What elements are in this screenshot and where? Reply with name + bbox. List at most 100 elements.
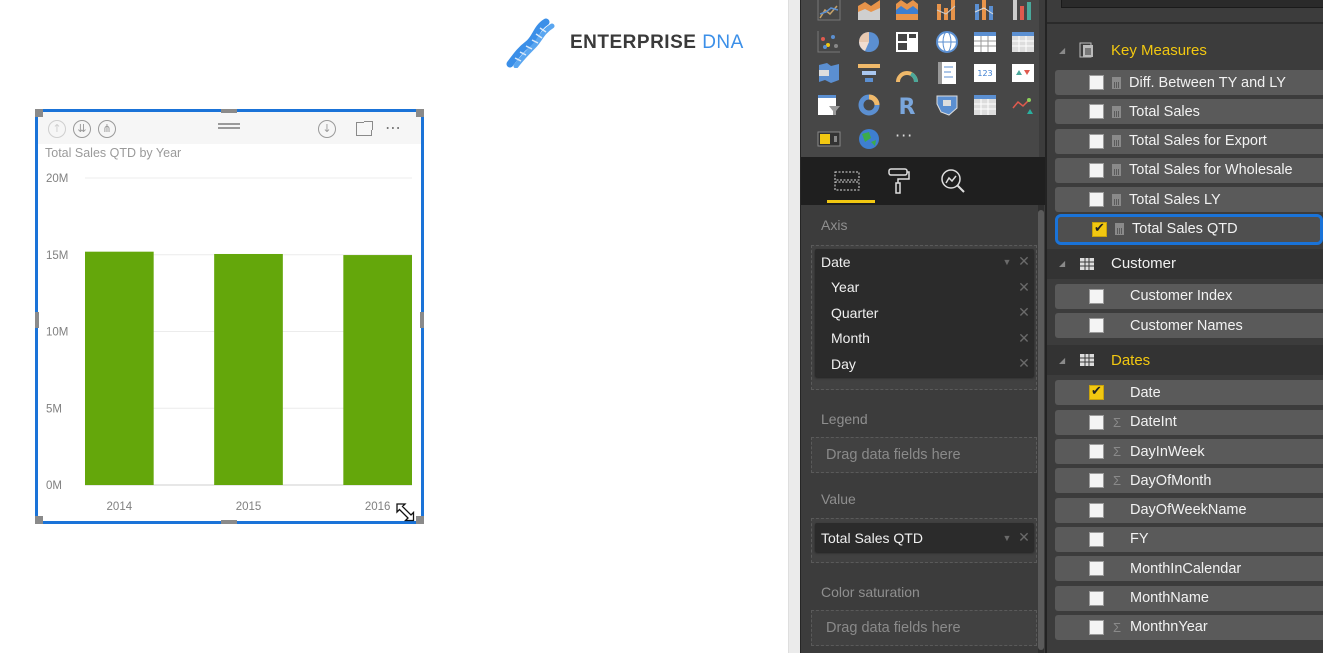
checkbox-checked[interactable] [1089, 383, 1104, 401]
value-field[interactable]: Total Sales QTD ▼ ✕ [815, 523, 1034, 552]
kpi-icon[interactable] [1011, 62, 1035, 84]
resize-handle-top-right[interactable] [416, 109, 424, 117]
table-header-dates[interactable]: ◢ Dates [1047, 345, 1323, 376]
checkbox-checked[interactable] [1092, 220, 1107, 237]
checkbox[interactable] [1089, 531, 1104, 547]
multi-row-card-icon[interactable] [935, 62, 959, 84]
power-apps-visual-icon[interactable] [817, 128, 841, 150]
stacked-area-chart-icon[interactable] [895, 0, 919, 22]
remove-field-icon[interactable]: ✕ [1014, 529, 1034, 546]
canvas-scrollbar[interactable] [788, 0, 800, 653]
field-item[interactable]: MonthName [1055, 585, 1323, 611]
collapse-icon[interactable]: ◢ [1059, 259, 1069, 268]
bar-2015[interactable] [214, 253, 283, 485]
fields-tab[interactable] [833, 170, 861, 192]
visual-drag-handle[interactable] [218, 123, 240, 129]
analytics-tab[interactable] [939, 167, 967, 195]
bar-2016[interactable] [343, 255, 412, 485]
expand-all-icon[interactable]: ⇊ [73, 120, 91, 138]
remove-level-icon[interactable]: ✕ [1014, 355, 1034, 372]
globe-map-icon[interactable] [857, 128, 881, 150]
hierarchy-level-day[interactable]: Day ✕ [815, 351, 1034, 377]
field-item[interactable]: Total Sales QTD [1055, 213, 1323, 245]
checkbox[interactable] [1089, 133, 1104, 149]
line-clustered-column-icon[interactable] [935, 0, 959, 22]
resize-handle-bottom[interactable] [221, 520, 237, 524]
field-item[interactable]: DayOfWeekName [1055, 497, 1323, 523]
field-item[interactable]: Date [1055, 380, 1323, 406]
chevron-down-icon[interactable]: ▼ [1000, 257, 1014, 267]
resize-handle-bottom-left[interactable] [35, 516, 43, 524]
field-item[interactable]: Diff. Between TY and LY [1055, 70, 1323, 95]
area-chart-icon[interactable] [857, 0, 881, 22]
checkbox[interactable] [1089, 288, 1104, 304]
ribbon-chart-icon[interactable] [1011, 0, 1035, 22]
funnel-icon[interactable] [857, 62, 881, 84]
field-item[interactable]: MonthInCalendar [1055, 556, 1323, 582]
remove-level-icon[interactable]: ✕ [1014, 279, 1034, 296]
drill-up-icon[interactable]: ↑ [48, 120, 66, 138]
remove-level-icon[interactable]: ✕ [1014, 330, 1034, 347]
value-well[interactable]: Total Sales QTD ▼ ✕ [811, 518, 1037, 563]
field-item[interactable]: Total Sales [1055, 99, 1323, 125]
table-header-customer[interactable]: ◢ Customer [1047, 248, 1323, 279]
hierarchy-level-month[interactable]: Month ✕ [815, 326, 1034, 352]
hierarchy-level-year[interactable]: Year ✕ [815, 275, 1034, 301]
line-stacked-column-icon[interactable] [973, 0, 997, 22]
checkbox[interactable] [1089, 502, 1104, 518]
checkbox[interactable] [1089, 619, 1104, 635]
scatter-chart-icon[interactable] [817, 31, 841, 53]
shape-map-icon[interactable] [935, 94, 959, 116]
fields-search-input[interactable] [1061, 0, 1323, 8]
checkbox[interactable] [1089, 590, 1104, 606]
treemap-icon[interactable] [895, 31, 919, 53]
remove-field-icon[interactable]: ✕ [1014, 253, 1034, 270]
filled-map-icon[interactable] [817, 62, 841, 84]
checkbox[interactable] [1089, 414, 1104, 430]
checkbox[interactable] [1089, 473, 1104, 489]
field-item[interactable]: Total Sales LY [1055, 187, 1323, 213]
table-visual-icon[interactable] [973, 94, 997, 116]
field-item[interactable]: Customer Index [1055, 283, 1323, 309]
drill-into-icon[interactable]: ↓ [318, 120, 336, 138]
resize-handle-right[interactable] [420, 312, 424, 328]
collapse-icon[interactable]: ◢ [1059, 46, 1069, 55]
card-icon[interactable]: 123 [973, 62, 997, 84]
pie-chart-icon[interactable] [857, 31, 881, 53]
field-item[interactable]: Σ DateInt [1055, 409, 1323, 435]
resize-handle-top[interactable] [221, 109, 237, 113]
checkbox[interactable] [1089, 561, 1104, 577]
color-saturation-well[interactable]: Drag data fields here [811, 610, 1037, 646]
field-item[interactable]: Customer Names [1055, 313, 1323, 339]
viz-pane-scrollbar-thumb[interactable] [1038, 210, 1044, 650]
matrix-icon[interactable] [1011, 31, 1035, 53]
more-options-icon[interactable]: ⋯ [385, 118, 402, 137]
axis-well[interactable]: Date ▼ ✕ Year ✕ Quarter ✕ Month ✕ Day ✕ [811, 245, 1037, 390]
custom-line-visual-icon[interactable] [1011, 94, 1035, 116]
slicer-icon[interactable] [817, 94, 841, 116]
axis-field-chip[interactable]: Date ▼ ✕ Year ✕ Quarter ✕ Month ✕ Day ✕ [815, 249, 1034, 377]
resize-handle-top-left[interactable] [35, 109, 43, 117]
chevron-down-icon[interactable]: ▼ [1000, 533, 1014, 543]
drill-down-mode-icon[interactable]: ⋔ [98, 120, 116, 138]
table-icon[interactable] [973, 31, 997, 53]
viz-pane-scrollbar[interactable] [1038, 205, 1044, 653]
clustered-column-visual[interactable]: ↑ ⇊ ⋔ ↓ ⋯ Total Sales QTD by Year 0M 5M 10… [35, 109, 424, 524]
line-chart-icon[interactable] [817, 0, 841, 22]
more-visuals-icon[interactable]: ··· [895, 126, 919, 148]
checkbox[interactable] [1089, 444, 1104, 459]
field-item[interactable]: Total Sales for Wholesale [1055, 157, 1323, 183]
field-item[interactable]: Σ DayOfMonth [1055, 468, 1323, 494]
gauge-icon[interactable] [895, 62, 919, 84]
remove-level-icon[interactable]: ✕ [1014, 304, 1034, 321]
resize-handle-left[interactable] [35, 312, 39, 328]
checkbox[interactable] [1089, 104, 1104, 120]
checkbox[interactable] [1089, 162, 1104, 178]
value-field-chip[interactable]: Total Sales QTD ▼ ✕ [815, 523, 1034, 552]
axis-field-date[interactable]: Date ▼ ✕ [815, 249, 1034, 275]
checkbox[interactable] [1089, 75, 1104, 90]
field-item[interactable]: FY [1055, 526, 1323, 552]
collapse-icon[interactable]: ◢ [1059, 356, 1069, 365]
checkbox[interactable] [1089, 318, 1104, 334]
field-item[interactable]: Σ MonthnYear [1055, 614, 1323, 640]
